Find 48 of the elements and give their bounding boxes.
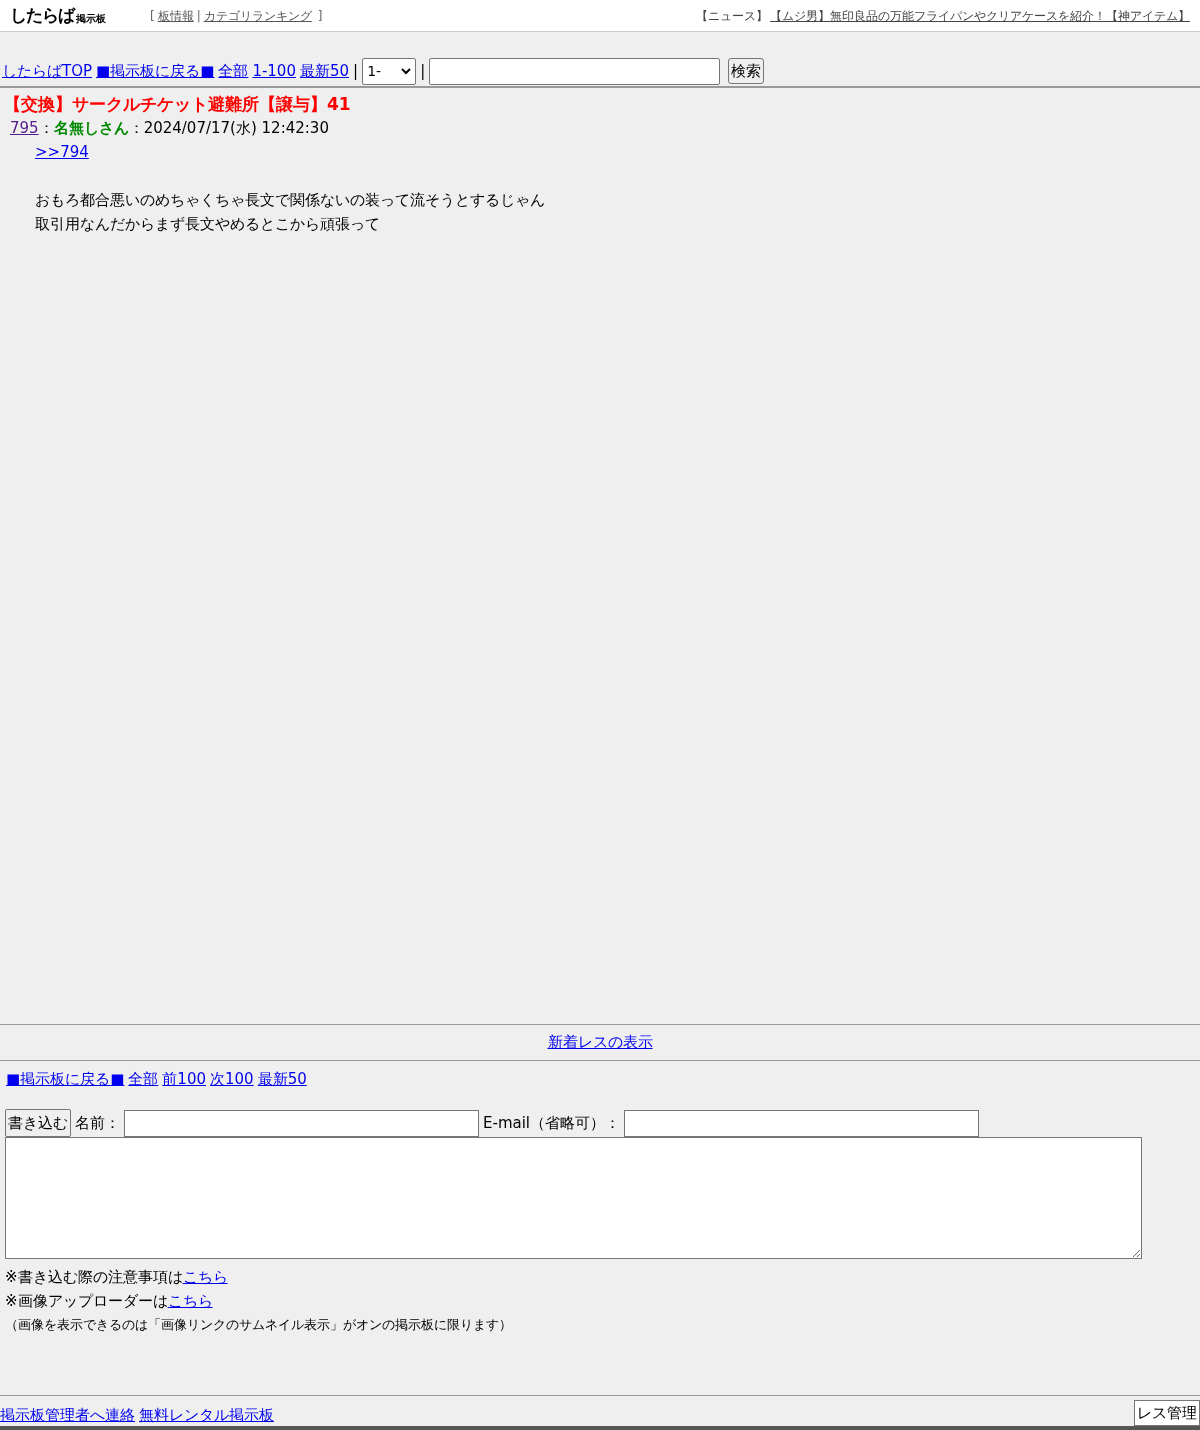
post-date: 2024/07/17(水) 12:42:30 (143, 118, 329, 139)
notice-text: ※画像アップローダーはこちら (5, 1291, 214, 1312)
bracket-separator: | (196, 7, 201, 25)
nav-link[interactable]: 最新50 (257, 1067, 307, 1091)
nav-link[interactable]: 1-100 (252, 59, 296, 83)
site-logo-sub: 掲示板 (76, 12, 106, 27)
news-label: 【ニュース】 (696, 7, 768, 25)
notice-text: ※書き込む際の注意事項はこちら (5, 1267, 229, 1288)
site-logo[interactable]: したらば (10, 2, 74, 29)
nav-link[interactable]: 全部 (128, 1067, 159, 1091)
post-number[interactable]: 795 (10, 116, 39, 140)
name-label: 名前： (75, 1112, 120, 1134)
nav-link[interactable]: 全部 (218, 59, 249, 83)
here-link[interactable]: こちら (182, 1268, 228, 1286)
bracket-separator: ] (317, 7, 323, 25)
reply-anchor-link[interactable]: >>794 (35, 140, 89, 164)
thread-title: 【交換】サークルチケット避難所【譲与】41 (4, 93, 352, 116)
field-separator: ： (38, 118, 54, 139)
post-submit-button[interactable]: 書き込む (5, 1109, 71, 1137)
nav-link[interactable]: ■掲示板に戻る■ (96, 59, 215, 83)
footer-link[interactable]: 掲示板管理者へ連絡 (0, 1403, 135, 1426)
poster-name: 名無しさん (53, 118, 129, 139)
here-link[interactable]: こちら (167, 1292, 213, 1310)
post-text: おもろ都合悪いのめちゃくちゃ長文で関係ないの装って流そうとするじゃん (35, 190, 546, 211)
manage-posts-button[interactable]: レス管理 (1134, 1400, 1200, 1426)
nav-link[interactable]: 次100 (210, 1067, 254, 1091)
nav-link[interactable]: 最新50 (299, 59, 350, 83)
nav-link[interactable]: したらばTOP (2, 59, 92, 83)
name-field[interactable] (124, 1109, 479, 1137)
new-posts-link[interactable]: 新着レスの表示 (547, 1031, 653, 1054)
news-link[interactable]: 【ムジ男】無印良品の万能フライパンやクリアケースを紹介！【神アイテム】 (770, 6, 1190, 25)
search-button[interactable]: 検索 (728, 58, 765, 84)
range-select[interactable]: 1- (362, 57, 417, 85)
footer-link[interactable]: 無料レンタル掲示板 (139, 1403, 274, 1426)
field-separator: ： (128, 118, 144, 139)
nav-separator: | (420, 60, 426, 82)
header-link[interactable]: 板情報 (157, 6, 194, 25)
email-field[interactable] (624, 1109, 980, 1137)
search-field[interactable] (429, 57, 721, 85)
notice-small-text: （画像を表示できるのは「画像リンクのサムネイル表示」がオンの掲示板に限ります） (5, 1316, 513, 1334)
chevron-down-icon (401, 67, 412, 75)
header-link[interactable]: カテゴリランキング (203, 6, 312, 25)
nav-link[interactable]: ■掲示板に戻る■ (6, 1067, 125, 1091)
nav-link[interactable]: 前100 (162, 1067, 206, 1091)
post-text: 取引用なんだからまず長文やめるとこから頑張って (35, 214, 381, 235)
email-label: E-mail（省略可）： (483, 1112, 621, 1134)
nav-separator: | (353, 60, 359, 82)
bracket-separator: [ (150, 7, 155, 25)
